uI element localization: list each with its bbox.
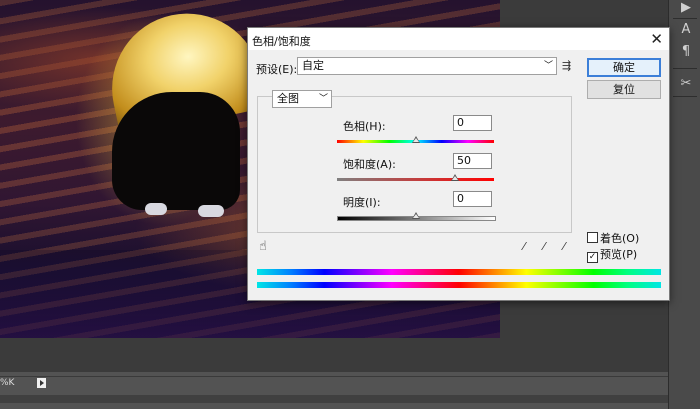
dialog-title: 色相/饱和度 [252, 35, 311, 48]
lightness-input[interactable]: 0 [453, 191, 492, 207]
preview-label: 预览(P) [600, 248, 638, 261]
dock-separator [673, 18, 697, 19]
hue-label: 色相(H): [343, 120, 386, 133]
channel-dropdown[interactable]: 全图 ﹀ [272, 90, 332, 108]
ok-button[interactable]: 确定 [587, 58, 661, 77]
image-shoe [145, 203, 167, 215]
eyedropper-plus-icon[interactable]: ⁄ [537, 240, 551, 254]
saturation-slider-thumb[interactable] [450, 174, 459, 181]
status-menu-arrow-icon[interactable] [37, 378, 46, 388]
preset-options-icon[interactable]: ⇶ [562, 59, 571, 72]
zoom-level[interactable]: %K [0, 378, 14, 388]
preview-checkbox-box[interactable]: ✓ [587, 252, 598, 263]
output-color-bar [257, 282, 661, 288]
status-bar: %K [0, 376, 668, 391]
close-icon[interactable]: ✕ [650, 30, 663, 48]
eyedropper-minus-icon[interactable]: ⁄ [557, 240, 571, 254]
preset-label: 预设(E): [256, 63, 298, 76]
saturation-input[interactable]: 50 [453, 153, 492, 169]
hue-slider-thumb[interactable] [411, 136, 420, 143]
preset-value: 自定 [302, 59, 324, 72]
hue-saturation-dialog: 色相/饱和度 ✕ 预设(E): 自定 ﹀ ⇶ 确定 复位 全图 ﹀ 色相(H):… [247, 27, 670, 301]
saturation-slider-track[interactable] [337, 178, 494, 181]
horizontal-scrollbar[interactable] [0, 395, 668, 403]
lightness-slider-thumb[interactable] [411, 212, 420, 219]
dock-separator [673, 96, 697, 97]
preview-checkbox[interactable]: ✓ 预览(P) [587, 246, 637, 263]
lightness-label: 明度(I): [343, 196, 381, 209]
input-color-bar [257, 269, 661, 275]
dock-separator [673, 68, 697, 69]
eyedropper-icon[interactable]: ⁄ [517, 240, 531, 254]
saturation-label: 饱和度(A): [343, 158, 396, 171]
image-figure [112, 92, 240, 210]
dialog-titlebar[interactable]: 色相/饱和度 ✕ [248, 28, 669, 50]
chevron-down-icon: ﹀ [543, 61, 553, 71]
preset-dropdown[interactable]: 自定 ﹀ [297, 57, 557, 75]
tools-panel-icon[interactable]: ✂ [678, 76, 694, 92]
colorize-checkbox-box[interactable] [587, 232, 598, 243]
image-shoe [198, 205, 224, 217]
channel-value: 全图 [277, 92, 299, 105]
hand-icon[interactable]: ☝ [259, 239, 267, 254]
colorize-checkbox[interactable]: 着色(O) [587, 230, 639, 246]
chevron-down-icon: ﹀ [318, 94, 328, 104]
play-icon[interactable]: ▶ [678, 0, 694, 16]
right-panel-dock: ▶ A ¶ ✂ [668, 0, 700, 409]
paragraph-panel-icon[interactable]: ¶ [678, 44, 694, 60]
hue-input[interactable]: 0 [453, 115, 492, 131]
reset-button[interactable]: 复位 [587, 80, 661, 99]
character-panel-icon[interactable]: A [678, 22, 694, 38]
colorize-label: 着色(O) [600, 232, 640, 245]
